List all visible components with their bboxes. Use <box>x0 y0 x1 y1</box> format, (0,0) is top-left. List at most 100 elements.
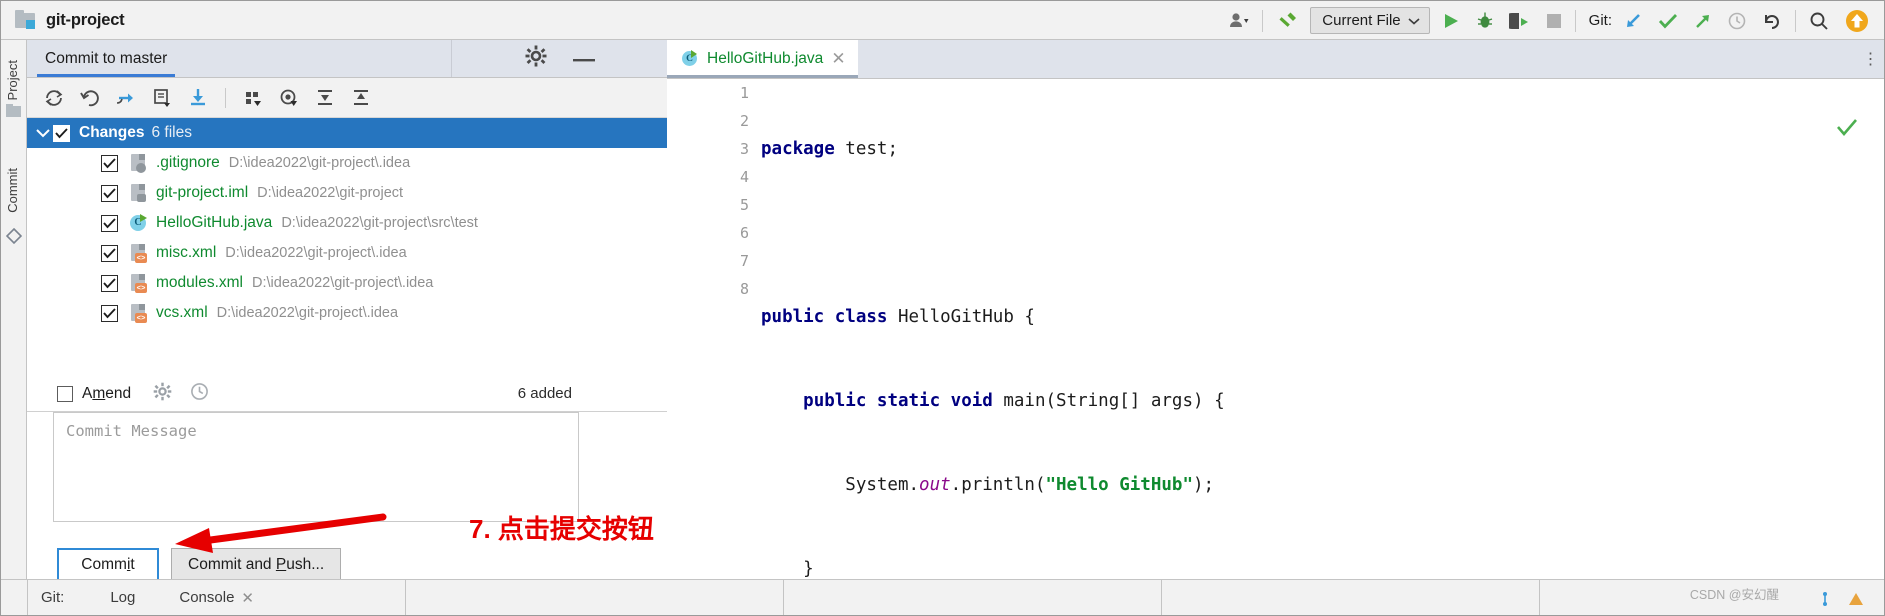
git-update-project-icon[interactable] <box>1616 1 1650 40</box>
close-tab-icon[interactable]: ✕ <box>831 49 845 69</box>
run-configuration-selector[interactable]: Current File <box>1310 7 1430 34</box>
commit-tab-label: Commit to master <box>45 49 168 67</box>
changes-group-row[interactable]: Changes 6 files <box>27 118 667 148</box>
commit-and-push-button[interactable]: Commit and Push... <box>171 548 342 582</box>
amend-checkbox[interactable] <box>57 385 73 402</box>
file-name: HelloGitHub.java <box>156 214 273 231</box>
sidebar-item-project[interactable]: Project <box>5 60 20 100</box>
editor-tab-hellogithub[interactable]: C HelloGitHub.java ✕ <box>667 40 858 78</box>
search-everywhere-icon[interactable] <box>1801 1 1837 40</box>
line-number: 3 <box>739 140 749 158</box>
minimize-icon[interactable] <box>572 50 595 68</box>
editor-gutter[interactable]: 1 2 3 4 5 6 7 8 <box>667 79 757 579</box>
rollback-icon[interactable] <box>73 83 107 113</box>
table-row[interactable]: <> misc.xml D:\idea2022\git-project\.ide… <box>27 238 667 268</box>
line-number: 4 <box>739 168 749 186</box>
line-number: 7 <box>739 252 749 270</box>
file-path: D:\idea2022\git-project\.idea <box>252 275 434 291</box>
main-toolbar: Current File Git: <box>1221 1 1884 40</box>
run-configuration-label: Current File <box>1322 12 1401 29</box>
file-path: D:\idea2022\git-project\.idea <box>228 155 411 171</box>
file-path: D:\idea2022\git-project <box>257 185 404 201</box>
expand-all-icon[interactable] <box>308 83 342 113</box>
stop-icon[interactable] <box>1538 1 1570 40</box>
bottom-tab-console[interactable]: Console ✕ <box>179 589 254 607</box>
group-by-icon[interactable] <box>236 83 270 113</box>
file-path: D:\idea2022\git-project\src\test <box>281 215 478 231</box>
editor-area: C HelloGitHub.java ✕ ⋮ 1 2 3 4 5 6 7 8 p… <box>667 40 1884 579</box>
commit-button[interactable]: Commit <box>57 548 159 582</box>
close-icon[interactable]: ✕ <box>241 589 254 607</box>
update-download-icon[interactable] <box>181 83 215 113</box>
project-folder-icon <box>15 10 37 30</box>
file-checkbox[interactable] <box>101 304 118 322</box>
run-play-icon[interactable] <box>1434 1 1468 40</box>
java-class-file-icon: C <box>129 213 148 233</box>
bottom-tab-log[interactable]: Log <box>110 589 135 606</box>
hammer-build-icon[interactable] <box>1268 1 1306 40</box>
git-history-clock-icon[interactable] <box>1720 1 1754 40</box>
show-diff-icon[interactable] <box>145 83 179 113</box>
file-checkbox[interactable] <box>101 214 118 232</box>
file-name: vcs.xml <box>156 304 208 321</box>
title-bar: git-project Current File Git: <box>1 1 1884 40</box>
refresh-changes-icon[interactable] <box>37 83 71 113</box>
user-account-icon[interactable] <box>1221 1 1257 40</box>
move-to-changelist-icon[interactable] <box>109 83 143 113</box>
changes-group-checkbox[interactable] <box>53 124 70 142</box>
commit-button-row: Commit Commit and Push... <box>57 548 342 582</box>
commit-message-history-icon[interactable] <box>190 382 209 406</box>
file-checkbox[interactable] <box>101 154 118 172</box>
commit-window-header: Commit to master <box>27 40 667 78</box>
left-tool-strip: Project Commit <box>1 40 27 579</box>
code-text[interactable]: package test; public class HelloGitHub {… <box>757 79 1884 579</box>
update-available-icon[interactable] <box>1837 1 1884 40</box>
file-checkbox[interactable] <box>101 274 118 292</box>
table-row[interactable]: <> modules.xml D:\idea2022\git-project\.… <box>27 268 667 298</box>
commit-message-input[interactable]: Commit Message <box>53 412 579 522</box>
table-row[interactable]: <> vcs.xml D:\idea2022\git-project\.idea <box>27 298 667 328</box>
table-row[interactable]: git-project.iml D:\idea2022\git-project <box>27 178 667 208</box>
table-row[interactable]: C HelloGitHub.java D:\idea2022\git-proje… <box>27 208 667 238</box>
added-count-label: 6 added <box>517 385 572 402</box>
file-path: D:\idea2022\git-project\.idea <box>216 305 399 321</box>
code-line: package test; <box>761 139 898 159</box>
xml-file-icon: <> <box>129 273 148 293</box>
preview-diff-eye-icon[interactable] <box>272 83 306 113</box>
alert-icon <box>1849 593 1863 605</box>
tab-commit-to-master[interactable]: Commit to master <box>27 40 186 77</box>
sidebar-item-commit[interactable]: Commit <box>5 168 20 213</box>
chevron-down-icon[interactable] <box>33 128 53 138</box>
editor-options-menu-icon[interactable]: ⋮ <box>1858 40 1884 78</box>
git-push-arrow-icon[interactable] <box>1686 1 1720 40</box>
commit-and-push-button-label: Commit and Push... <box>188 556 325 573</box>
run-with-coverage-icon[interactable] <box>1502 1 1538 40</box>
git-commit-check-icon[interactable] <box>1650 1 1686 40</box>
code-editor[interactable]: 1 2 3 4 5 6 7 8 package test; public cla… <box>667 79 1884 579</box>
line-number: 6 <box>739 224 749 242</box>
chevron-down-icon <box>1408 17 1420 25</box>
changes-group-label: Changes <box>79 124 145 141</box>
java-class-file-icon: C <box>681 50 699 68</box>
file-checkbox[interactable] <box>101 244 118 262</box>
commit-tool-icon[interactable] <box>5 227 23 245</box>
table-row[interactable]: .gitignore D:\idea2022\git-project\.idea <box>27 148 667 178</box>
bottom-git-label[interactable]: Git: <box>41 589 64 606</box>
git-rollback-undo-icon[interactable] <box>1754 1 1790 40</box>
file-checkbox[interactable] <box>101 184 118 202</box>
debug-bug-icon[interactable] <box>1468 1 1502 40</box>
amend-row: Amend 6 added <box>27 376 667 412</box>
commit-toolbar <box>27 78 667 118</box>
commit-options-gear-icon[interactable] <box>153 382 172 406</box>
changes-tree[interactable]: Changes 6 files .gitignore D:\idea2022\g… <box>27 118 667 375</box>
gear-settings-icon[interactable] <box>525 45 547 72</box>
project-tool-icon[interactable] <box>6 104 22 120</box>
collapse-all-icon[interactable] <box>344 83 378 113</box>
file-name: misc.xml <box>156 244 217 261</box>
editor-tab-label: HelloGitHub.java <box>707 50 824 67</box>
xml-file-icon: <> <box>129 303 148 323</box>
git-toolbar-label: Git: <box>1588 12 1612 29</box>
editor-tab-bar: C HelloGitHub.java ✕ ⋮ <box>667 40 1884 79</box>
inspections-ok-check-icon[interactable] <box>1731 89 1858 173</box>
